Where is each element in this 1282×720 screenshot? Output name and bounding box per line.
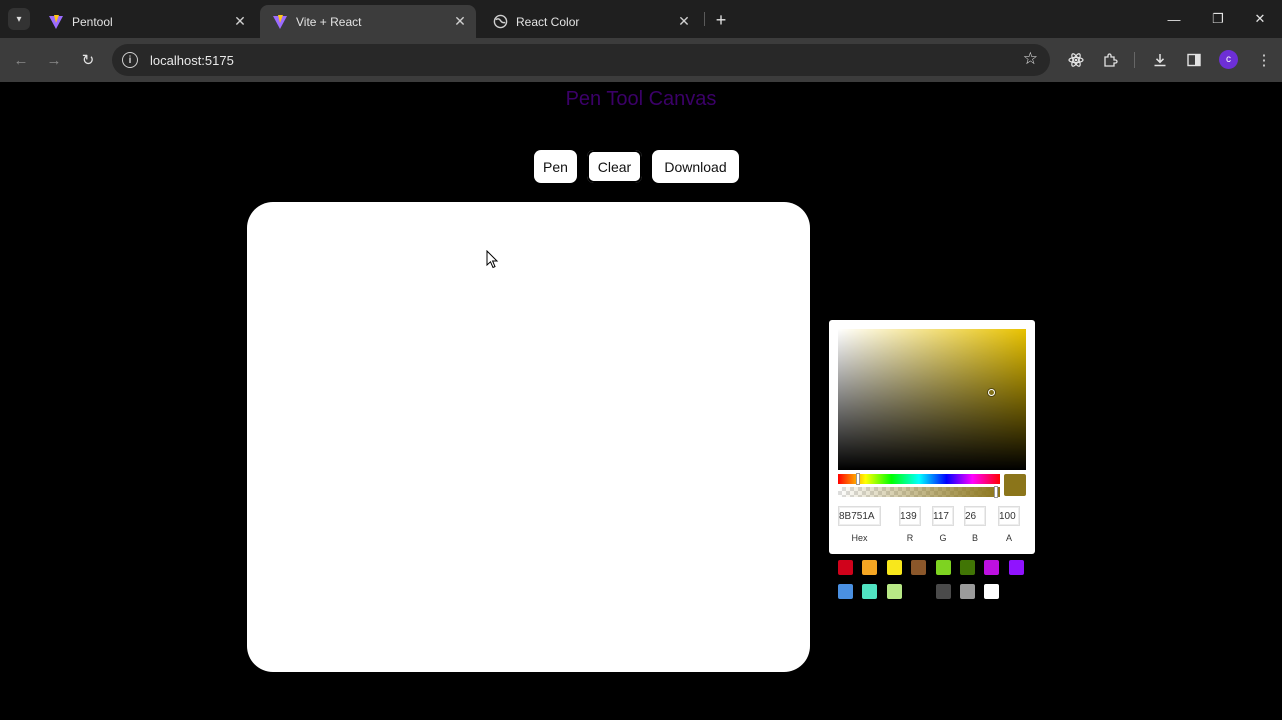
alpha-input[interactable] bbox=[998, 506, 1020, 526]
site-info-icon[interactable]: i bbox=[122, 52, 138, 68]
globe-icon bbox=[492, 14, 508, 30]
hex-label: Hex bbox=[851, 533, 868, 543]
preset-swatch[interactable] bbox=[935, 560, 951, 575]
reload-icon: ↻ bbox=[81, 52, 95, 69]
restore-icon: ❐ bbox=[1212, 11, 1224, 26]
saturation-area[interactable] bbox=[838, 329, 1026, 470]
preset-swatch[interactable] bbox=[935, 584, 951, 599]
reload-button[interactable]: ↻ bbox=[76, 48, 100, 72]
preset-swatch[interactable] bbox=[960, 584, 975, 599]
preset-swatch[interactable] bbox=[838, 560, 853, 575]
tab-separator bbox=[704, 12, 705, 26]
selected-color-swatch bbox=[1004, 474, 1026, 496]
preset-swatch[interactable] bbox=[911, 584, 927, 599]
preset-swatch[interactable] bbox=[886, 584, 902, 599]
green-label: G bbox=[939, 533, 947, 543]
back-button[interactable]: ← bbox=[9, 48, 33, 72]
alpha-slider[interactable] bbox=[838, 486, 1000, 498]
tab-search-button[interactable]: ▾ bbox=[8, 8, 30, 30]
preset-swatch[interactable] bbox=[911, 560, 927, 575]
alpha-slider-knob[interactable] bbox=[994, 486, 998, 498]
page-content: Pen Tool Canvas Pen Clear Download Hex R… bbox=[0, 82, 1282, 720]
extensions-puzzle-icon[interactable] bbox=[1099, 49, 1121, 71]
hue-slider-knob[interactable] bbox=[856, 473, 860, 485]
address-bar[interactable]: i localhost:5175 ☆ bbox=[112, 44, 1050, 76]
saturation-black-gradient bbox=[838, 329, 1026, 470]
chevron-down-icon: ▾ bbox=[16, 13, 22, 25]
pen-button[interactable]: Pen bbox=[534, 150, 577, 183]
preset-swatch[interactable] bbox=[984, 584, 1000, 599]
hue-slider[interactable] bbox=[838, 473, 1000, 485]
preset-swatch[interactable] bbox=[838, 584, 853, 599]
download-button[interactable]: Download bbox=[652, 150, 739, 183]
close-icon: ✕ bbox=[1254, 11, 1266, 26]
close-icon[interactable]: ✕ bbox=[674, 12, 694, 32]
saturation-handle[interactable] bbox=[988, 389, 995, 396]
arrow-right-icon: → bbox=[46, 51, 62, 69]
browser-toolbar: ← → ↻ i localhost:5175 ☆ c ⋮ bbox=[0, 38, 1282, 82]
alpha-label: A bbox=[1005, 533, 1012, 543]
red-input[interactable] bbox=[899, 506, 921, 526]
red-label: R bbox=[906, 533, 914, 543]
minimize-icon: — bbox=[1167, 11, 1181, 27]
tab-title: Vite + React bbox=[296, 14, 362, 29]
new-tab-button[interactable]: + bbox=[710, 9, 732, 31]
preset-swatch[interactable] bbox=[960, 560, 975, 575]
preset-swatch[interactable] bbox=[1008, 560, 1024, 575]
blue-label: B bbox=[971, 533, 978, 543]
minimize-button[interactable]: — bbox=[1152, 0, 1196, 38]
arrow-left-icon: ← bbox=[13, 51, 29, 69]
close-icon[interactable]: ✕ bbox=[450, 12, 470, 32]
preset-swatch[interactable] bbox=[984, 560, 1000, 575]
menu-kebab-icon[interactable]: ⋮ bbox=[1253, 49, 1275, 71]
tab-title: React Color bbox=[516, 14, 580, 29]
plus-icon: + bbox=[715, 9, 727, 30]
green-input[interactable] bbox=[932, 506, 954, 526]
page-title: Pen Tool Canvas bbox=[565, 88, 717, 110]
profile-avatar[interactable]: c bbox=[1219, 50, 1238, 69]
color-picker: Hex R G B A bbox=[829, 320, 1035, 554]
url-text: localhost:5175 bbox=[150, 52, 234, 68]
preset-swatch[interactable] bbox=[862, 584, 878, 599]
forward-button[interactable]: → bbox=[42, 48, 66, 72]
tab-title: Pentool bbox=[72, 14, 113, 29]
tab-strip: ▾ Pentool ✕ Vite + React ✕ React Color ✕… bbox=[0, 0, 1282, 38]
restore-button[interactable]: ❐ bbox=[1196, 0, 1240, 38]
hex-input[interactable] bbox=[838, 506, 881, 526]
close-window-button[interactable]: ✕ bbox=[1238, 0, 1282, 38]
tab-vite-react[interactable]: Vite + React ✕ bbox=[260, 5, 476, 38]
download-icon[interactable] bbox=[1149, 49, 1171, 71]
preset-swatch[interactable] bbox=[862, 560, 878, 575]
mouse-cursor-icon bbox=[486, 250, 499, 269]
close-icon[interactable]: ✕ bbox=[230, 12, 250, 32]
side-panel-icon[interactable] bbox=[1183, 49, 1205, 71]
tab-react-color[interactable]: React Color ✕ bbox=[480, 5, 700, 38]
preset-swatch[interactable] bbox=[886, 560, 902, 575]
tab-pentool[interactable]: Pentool ✕ bbox=[36, 5, 256, 38]
react-devtools-icon[interactable] bbox=[1065, 49, 1087, 71]
bookmark-star-icon[interactable]: ☆ bbox=[1023, 49, 1038, 69]
vite-logo-icon bbox=[272, 14, 288, 30]
clear-button[interactable]: Clear bbox=[587, 150, 642, 183]
toolbar-separator bbox=[1134, 52, 1135, 68]
vite-logo-icon bbox=[48, 14, 64, 30]
blue-input[interactable] bbox=[964, 506, 986, 526]
drawing-canvas[interactable] bbox=[247, 202, 810, 672]
